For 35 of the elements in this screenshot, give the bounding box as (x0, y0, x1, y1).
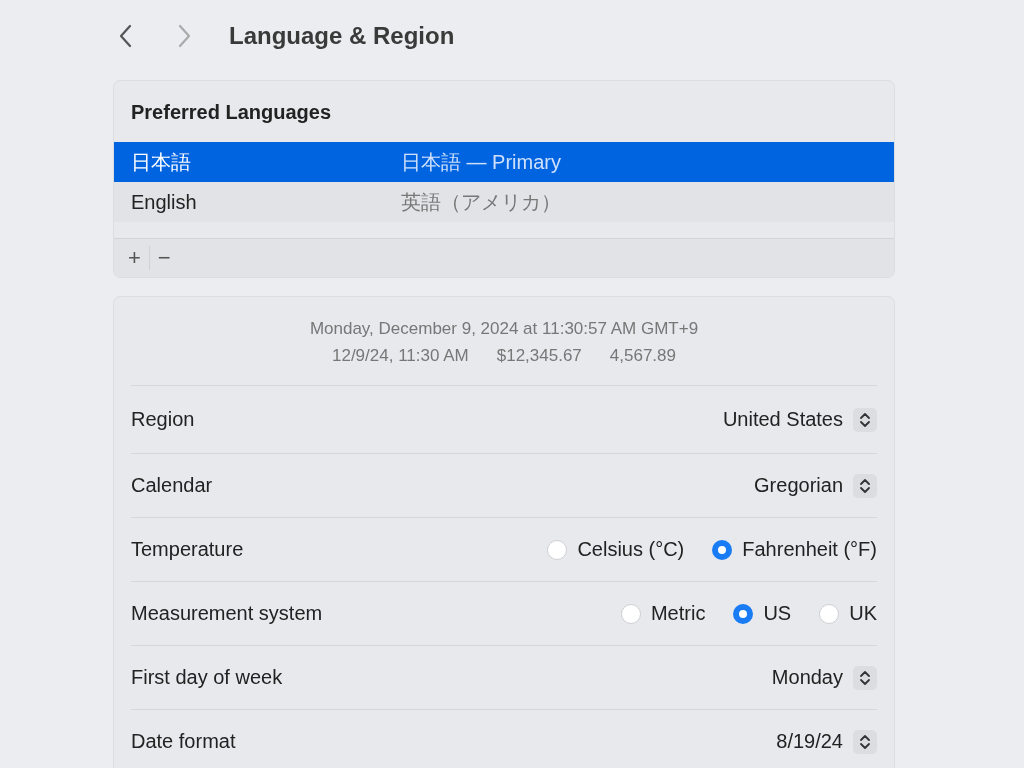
remove-button[interactable]: − (149, 245, 179, 271)
stepper-icon (853, 473, 877, 498)
language-name: 日本語 (131, 149, 192, 175)
section-heading: Preferred Languages (130, 100, 333, 125)
setting-label: Date format (131, 730, 236, 753)
popup-button[interactable]: Gregorian (754, 473, 877, 498)
add-button[interactable]: + (120, 245, 149, 271)
language-row[interactable]: English 英語（アメリカ） (114, 182, 894, 222)
radio-option[interactable]: UK (819, 602, 877, 625)
popup-button[interactable]: United States (722, 407, 877, 432)
chevron-right-icon (177, 24, 191, 48)
radio-option[interactable]: Celsius (°C) (547, 538, 685, 561)
stepper-icon (853, 407, 877, 432)
popup-button[interactable]: 8/19/24 (776, 729, 877, 754)
preview-text: 4,567.89 (609, 345, 676, 367)
stepper-icon (853, 665, 877, 690)
stepper-icon (853, 729, 877, 754)
radio-option[interactable]: US (733, 602, 792, 625)
setting-label: Calendar (131, 474, 213, 497)
page-title: Language & Region (229, 22, 455, 50)
radio-option[interactable]: Fahrenheit (°F) (712, 538, 877, 561)
chevron-left-icon (119, 24, 133, 48)
setting-label: First day of week (131, 666, 283, 689)
preview-text: $12,345.67 (496, 345, 582, 367)
language-detail: 日本語 — Primary (401, 149, 561, 175)
setting-label: Temperature (131, 538, 244, 561)
setting-label: Region (131, 408, 195, 431)
preview-text: Monday, December 9, 2024 at 11:30:57 AM GMT+9 (308, 318, 700, 340)
setting-label: Measurement system (131, 602, 323, 625)
radio-option[interactable]: Metric (620, 602, 706, 625)
language-name: English (131, 190, 198, 214)
language-row[interactable]: 日本語 日本語 — Primary (114, 142, 894, 182)
language-detail: 英語（アメリカ） (401, 189, 561, 215)
popup-button[interactable]: Monday (771, 665, 877, 690)
preview-text: 12/9/24, 11:30 AM (332, 345, 469, 367)
